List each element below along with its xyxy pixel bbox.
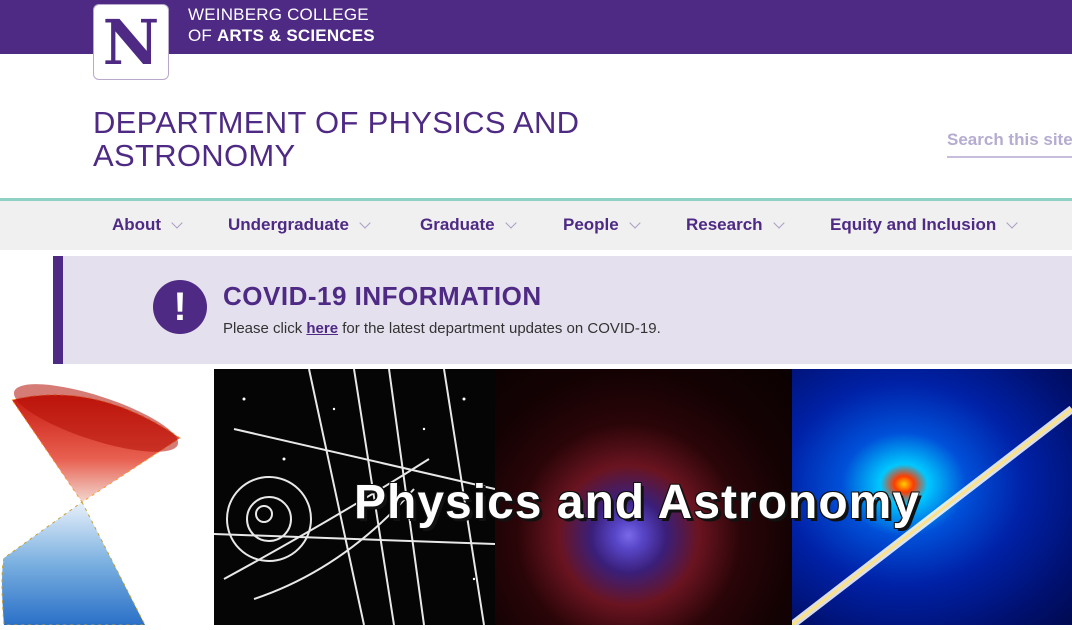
covid-text: Please click here for the latest departm…	[223, 320, 661, 337]
nav-item-label: Graduate	[420, 215, 495, 234]
nav-item-about[interactable]: About	[112, 215, 183, 235]
nav-item-people[interactable]: People	[563, 215, 641, 235]
main-nav: About Undergraduate Graduate People Rese…	[0, 198, 1072, 250]
college-line2: OF ARTS & SCIENCES	[188, 26, 375, 45]
chevron-down-icon	[171, 217, 183, 229]
chevron-down-icon	[772, 217, 785, 229]
department-title[interactable]: DEPARTMENT OF PHYSICS AND ASTRONOMY	[93, 106, 613, 172]
department-title-line1: DEPARTMENT OF PHYSICS AND	[93, 105, 580, 140]
nav-item-undergraduate[interactable]: Undergraduate	[228, 215, 371, 235]
search-input[interactable]	[947, 126, 1072, 154]
nav-item-equity-and-inclusion[interactable]: Equity and Inclusion	[830, 215, 1018, 235]
nav-item-label: Research	[686, 215, 763, 234]
nav-item-graduate[interactable]: Graduate	[420, 215, 517, 235]
nav-item-label: About	[112, 215, 162, 234]
college-line1: WEINBERG COLLEGE	[188, 5, 369, 24]
chevron-down-icon	[359, 217, 371, 229]
chevron-down-icon	[629, 217, 641, 229]
hero-banner: Physics and Astronomy	[214, 369, 1072, 625]
northwestern-logo[interactable]: N	[93, 4, 169, 80]
nav-item-research[interactable]: Research	[686, 215, 785, 235]
hero-title: Physics and Astronomy	[354, 476, 921, 529]
nav-item-label: Undergraduate	[228, 215, 349, 234]
covid-alert: ! COVID-19 INFORMATION Please click here…	[53, 256, 1072, 364]
nav-item-label: People	[563, 215, 619, 234]
chevron-down-icon	[1006, 217, 1018, 229]
covid-here-link[interactable]: here	[306, 320, 338, 337]
light-cone-image	[0, 370, 214, 626]
college-name-link[interactable]: WEINBERG COLLEGE OF ARTS & SCIENCES	[188, 4, 375, 46]
department-title-line2: ASTRONOMY	[93, 138, 296, 173]
chevron-down-icon	[504, 217, 517, 229]
covid-title: COVID-19 INFORMATION	[223, 281, 542, 311]
light-cone-graphic	[1, 384, 181, 626]
search-container	[947, 126, 1072, 158]
alert-icon: !	[153, 280, 207, 334]
nav-item-label: Equity and Inclusion	[830, 215, 997, 234]
logo-letter: N	[102, 6, 160, 79]
